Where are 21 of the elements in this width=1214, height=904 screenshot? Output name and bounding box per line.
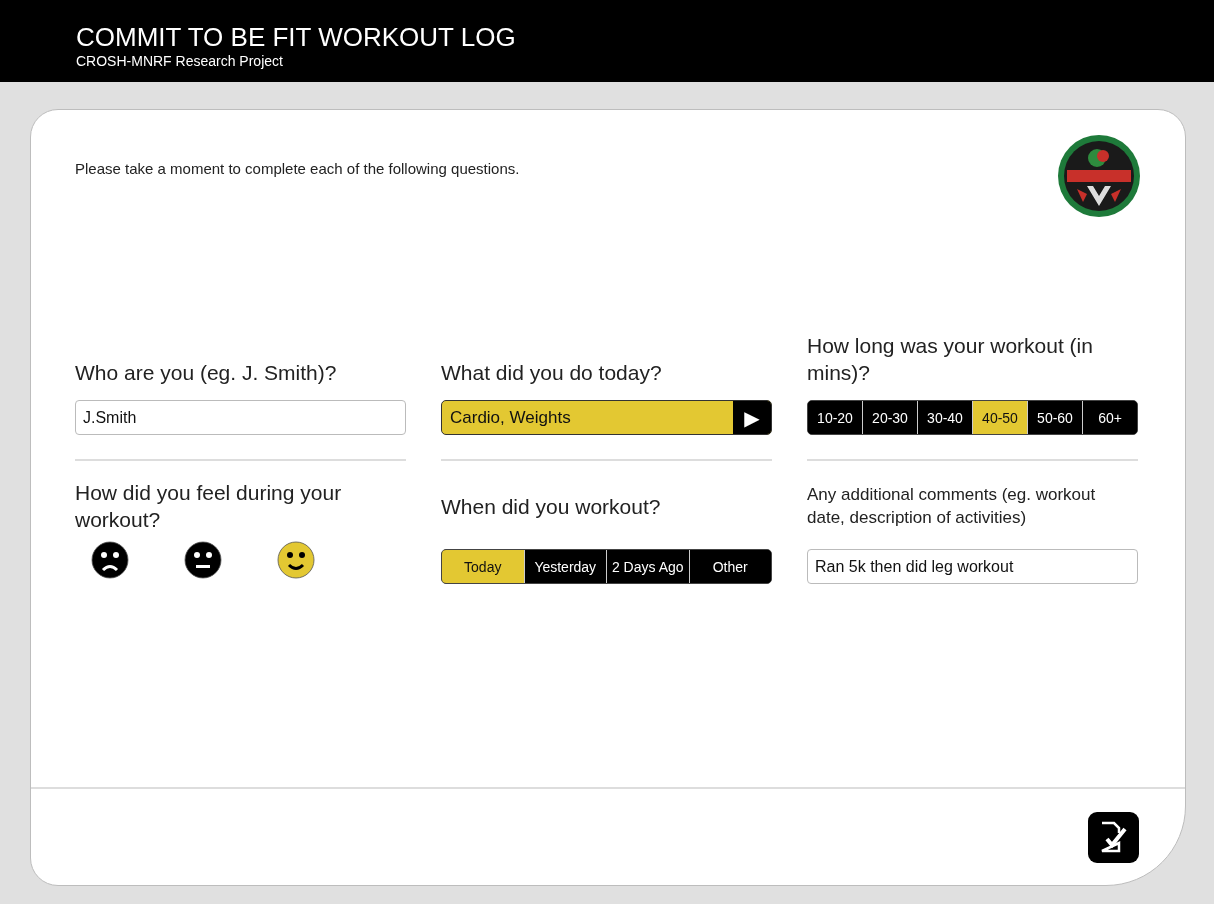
- face-icon[interactable]: [91, 541, 129, 579]
- segment-option[interactable]: Today: [442, 550, 524, 583]
- face-icon[interactable]: [184, 541, 222, 579]
- question-label: How did you feel during your workout?: [75, 480, 343, 533]
- question-label: Who are you (eg. J. Smith)?: [75, 360, 337, 386]
- segment-option[interactable]: 40-50: [972, 401, 1027, 434]
- play-icon: ▶: [733, 401, 771, 434]
- comment-field[interactable]: Ran 5k then did leg workout: [807, 549, 1138, 584]
- segment-option[interactable]: 60+: [1082, 401, 1137, 434]
- segment-option[interactable]: Other: [688, 550, 771, 583]
- app-subtitle: CROSH-MNRF Research Project: [76, 52, 284, 70]
- question-label: What did you do today?: [441, 360, 662, 386]
- app-title: COMMIT TO BE FIT WORKOUT LOG: [76, 22, 517, 52]
- name-field[interactable]: J.Smith: [75, 400, 406, 435]
- face-icon[interactable]: [277, 541, 315, 579]
- activity-dropdown[interactable]: Cardio, Weights ▶: [441, 400, 772, 435]
- submit-button[interactable]: [1088, 811, 1139, 863]
- intro-text: Please take a moment to complete each of the following questions.: [75, 160, 520, 177]
- question-label: When did you workout?: [441, 493, 661, 520]
- question-label: Any additional comments (eg. workout date, description of activities): [807, 484, 1097, 529]
- question-label: How long was your workout (in mins)?: [807, 333, 1094, 386]
